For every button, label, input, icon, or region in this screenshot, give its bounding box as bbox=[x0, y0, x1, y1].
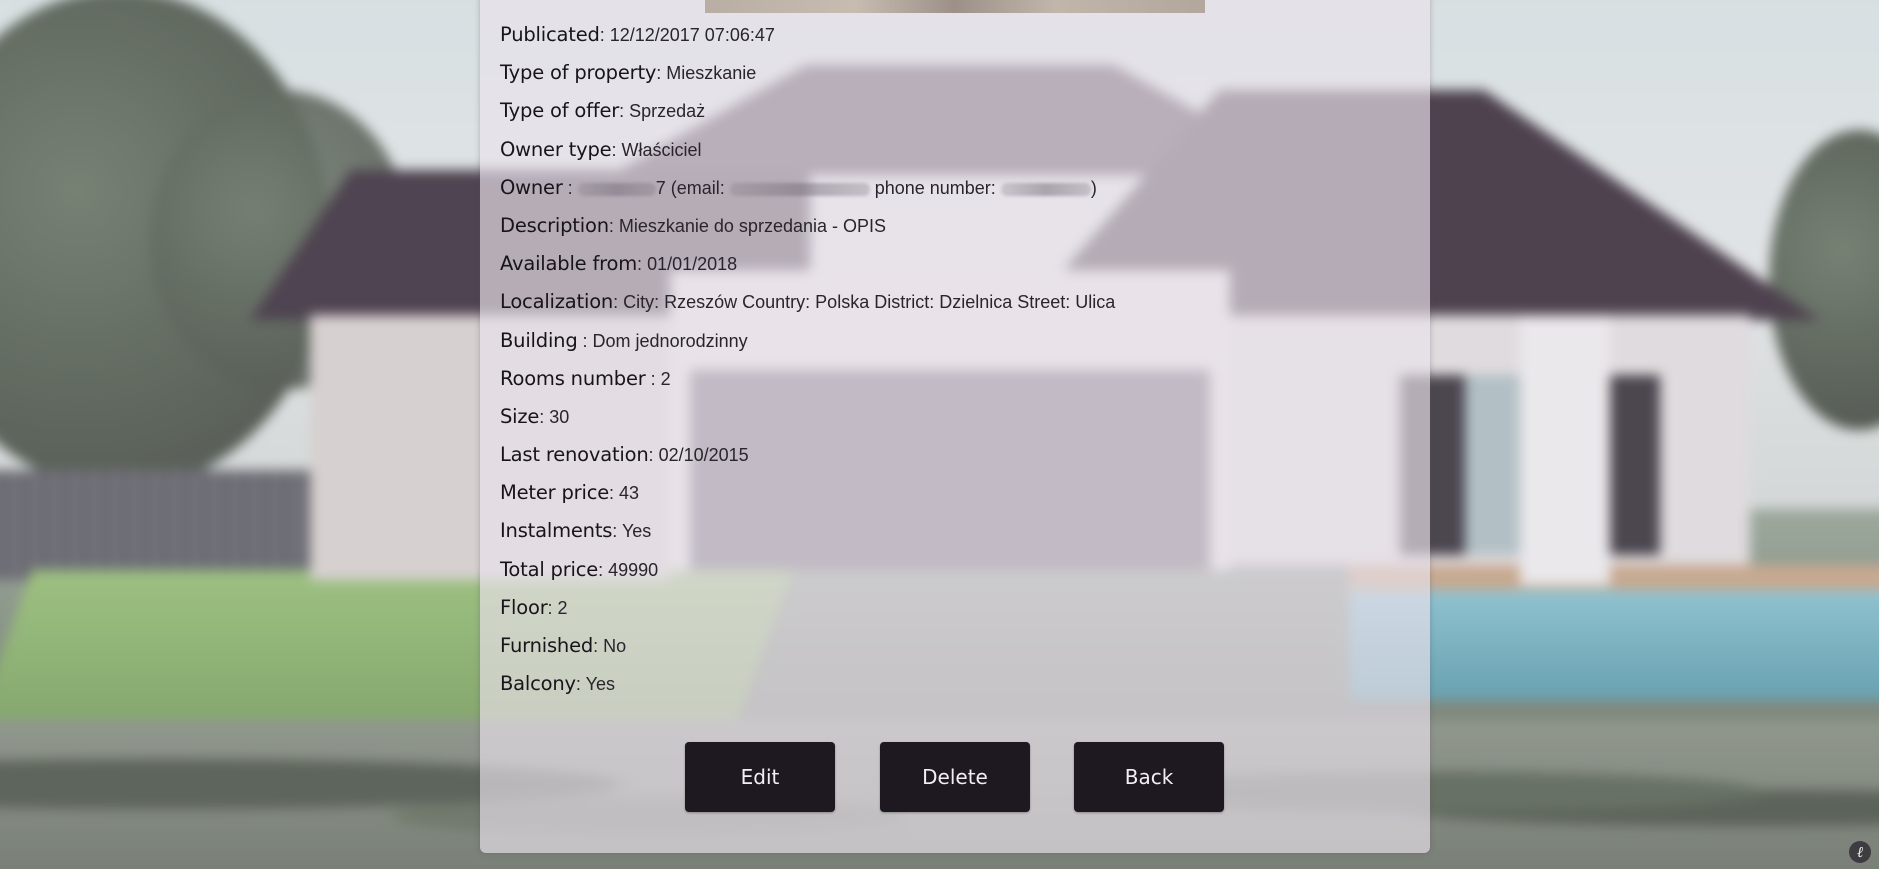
detail-label: Type of property bbox=[500, 61, 657, 85]
detail-label: Balcony bbox=[500, 672, 576, 696]
detail-value: Dom jednorodzinny bbox=[592, 330, 748, 351]
page: Publicated: 12/12/2017 07:06:47 Type of … bbox=[0, 0, 1879, 869]
owner-phone-prefix: phone number: bbox=[869, 177, 1001, 198]
redacted-owner-email bbox=[729, 182, 870, 196]
detail-label: Total price bbox=[500, 557, 599, 581]
detail-separator: : bbox=[547, 597, 558, 618]
detail-available-from: Available from: 01/01/2018 bbox=[500, 252, 1400, 290]
detail-separator: : bbox=[593, 636, 604, 656]
property-photo bbox=[705, 0, 1205, 13]
detail-type-of-offer: Type of offer: Sprzedaż bbox=[500, 99, 1400, 137]
owner-email-prefix: (email: bbox=[665, 177, 730, 198]
detail-separator: : bbox=[608, 215, 619, 236]
offer-details-panel: Publicated: 12/12/2017 07:06:47 Type of … bbox=[480, 0, 1430, 853]
detail-separator: : bbox=[612, 521, 622, 542]
detail-building: Building : Dom jednorodzinny bbox=[500, 329, 1400, 367]
detail-value: Yes bbox=[621, 521, 652, 542]
detail-owner: Owner : 7 (email: phone number: ) bbox=[500, 176, 1400, 214]
redacted-owner-name bbox=[577, 182, 656, 196]
detail-instalments: Instalments: Yes bbox=[500, 519, 1400, 557]
detail-label: Description bbox=[500, 213, 609, 237]
detail-separator: : bbox=[619, 101, 630, 122]
detail-separator: : bbox=[575, 674, 586, 695]
detail-value: 2 bbox=[557, 597, 568, 618]
offer-details-list: Publicated: 12/12/2017 07:06:47 Type of … bbox=[500, 23, 1400, 710]
action-buttons: Edit Delete Back bbox=[480, 742, 1430, 812]
detail-label: Instalments bbox=[500, 519, 613, 543]
owner-close-paren: ) bbox=[1090, 177, 1097, 198]
detail-separator: : bbox=[599, 25, 610, 45]
detail-separator: : bbox=[645, 368, 661, 389]
detail-value: Właściciel bbox=[621, 139, 702, 160]
detail-type-of-property: Type of property: Mieszkanie bbox=[500, 61, 1400, 99]
detail-value: Yes bbox=[585, 674, 615, 695]
detail-label: Localization bbox=[500, 290, 614, 314]
detail-value: 12/12/2017 07:06:47 bbox=[609, 25, 775, 45]
detail-rooms-number: Rooms number : 2 bbox=[500, 367, 1400, 405]
detail-value: 01/01/2018 bbox=[647, 254, 738, 275]
detail-separator: : bbox=[656, 63, 667, 84]
detail-value: Mieszkanie do sprzedania - OPIS bbox=[618, 215, 887, 236]
detail-label: Available from bbox=[500, 252, 638, 276]
detail-label: Publicated bbox=[500, 23, 600, 46]
detail-label: Size bbox=[500, 404, 540, 428]
detail-value: 49990 bbox=[608, 559, 659, 580]
back-button[interactable]: Back bbox=[1074, 742, 1224, 812]
detail-label: Owner bbox=[500, 175, 563, 199]
detail-label: Rooms number bbox=[500, 366, 646, 390]
detail-meter-price: Meter price: 43 bbox=[500, 481, 1400, 519]
detail-separator: : bbox=[598, 559, 609, 580]
detail-last-renovation: Last renovation: 02/10/2015 bbox=[500, 443, 1400, 481]
detail-value: 30 bbox=[549, 406, 570, 427]
redacted-owner-phone bbox=[1000, 182, 1091, 196]
detail-label: Building bbox=[500, 328, 578, 352]
detail-label: Furnished bbox=[500, 634, 594, 657]
detail-localization: Localization: City: Rzeszów Country: Pol… bbox=[500, 290, 1400, 328]
detail-publicated: Publicated: 12/12/2017 07:06:47 bbox=[500, 23, 1400, 61]
edit-button[interactable]: Edit bbox=[685, 742, 835, 812]
detail-value: 02/10/2015 bbox=[658, 445, 749, 466]
detail-label: Meter price bbox=[500, 481, 610, 505]
detail-separator: : bbox=[577, 330, 593, 351]
detail-separator: : bbox=[609, 483, 620, 504]
detail-separator: : bbox=[613, 292, 624, 313]
detail-separator: : bbox=[648, 445, 659, 466]
detail-label: Type of offer bbox=[500, 99, 620, 123]
detail-separator: : bbox=[611, 139, 622, 160]
detail-label: Last renovation bbox=[500, 443, 649, 467]
detail-value: Sprzedaż bbox=[629, 101, 706, 122]
detail-balcony: Balcony: Yes bbox=[500, 672, 1400, 710]
detail-furnished: Furnished: No bbox=[500, 634, 1400, 672]
detail-separator: : bbox=[562, 177, 578, 198]
detail-description: Description: Mieszkanie do sprzedania - … bbox=[500, 214, 1400, 252]
detail-separator: : bbox=[539, 406, 550, 427]
delete-button[interactable]: Delete bbox=[880, 742, 1030, 812]
detail-label: Owner type bbox=[500, 137, 612, 161]
detail-owner-type: Owner type: Właściciel bbox=[500, 138, 1400, 176]
detail-total-price: Total price: 49990 bbox=[500, 558, 1400, 596]
detail-value: Mieszkanie bbox=[666, 63, 757, 84]
detail-label: Floor bbox=[500, 595, 548, 619]
detail-separator: : bbox=[637, 254, 648, 275]
detail-value: 43 bbox=[619, 483, 640, 504]
symfony-toolbar-icon[interactable]: ℓ bbox=[1849, 841, 1871, 863]
detail-size: Size: 30 bbox=[500, 405, 1400, 443]
detail-value: City: Rzeszów Country: Polska District: … bbox=[623, 292, 1116, 313]
owner-name-tail: 7 bbox=[655, 177, 666, 198]
detail-floor: Floor: 2 bbox=[500, 596, 1400, 634]
detail-value: 2 bbox=[660, 368, 671, 389]
detail-value: No bbox=[603, 636, 627, 656]
